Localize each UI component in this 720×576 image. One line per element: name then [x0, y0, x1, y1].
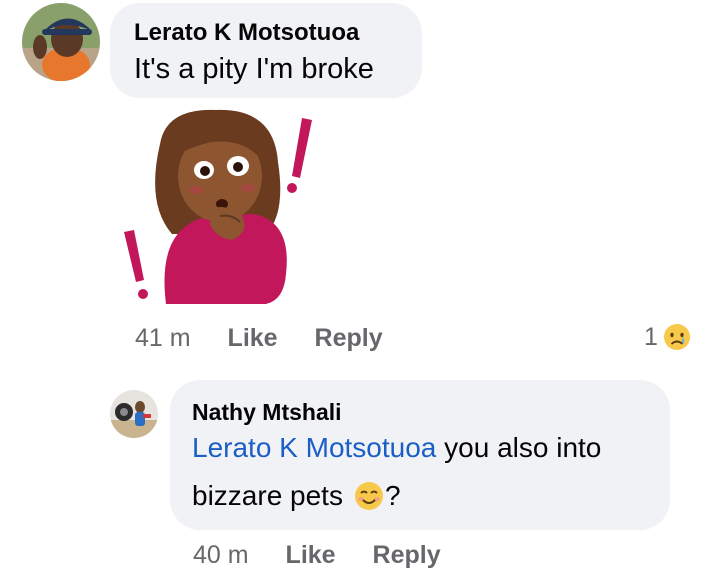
reply-text-rest: you also into — [436, 432, 602, 463]
avatar-photo — [22, 3, 100, 81]
like-button[interactable]: Like — [228, 324, 278, 352]
reply-button[interactable]: Reply — [315, 324, 383, 352]
reply-text-line1: Lerato K Motsotuoa you also into — [192, 432, 601, 464]
crying-face-icon — [663, 324, 690, 350]
reply-actions: 40 m Like Reply — [193, 541, 441, 570]
reply-text-end: ? — [384, 480, 401, 511]
like-button[interactable]: Like — [286, 541, 336, 569]
surprised-woman-sticker — [124, 109, 312, 304]
exclamation-mark-icon — [124, 230, 148, 299]
reply-author-name[interactable]: Nathy Mtshali — [192, 399, 342, 426]
mention-link[interactable]: Lerato K Motsotuoa — [192, 432, 436, 463]
reply-timestamp[interactable]: 40 m — [193, 541, 249, 569]
comment-timestamp[interactable]: 41 m — [135, 324, 191, 352]
comment-actions: 41 m Like Reply — [135, 324, 383, 353]
reply-text-word: bizzare pets — [192, 480, 343, 511]
reply-button[interactable]: Reply — [373, 541, 441, 569]
comment-text: It's a pity I'm broke — [134, 53, 374, 85]
comment-author-name[interactable]: Lerato K Motsotuoa — [134, 19, 359, 47]
reply-bubble: Nathy Mtshali Lerato K Motsotuoa you als… — [170, 380, 670, 530]
reply-text-line2: bizzare pets ? — [192, 480, 401, 512]
smiling-face-icon — [354, 482, 383, 510]
reaction-summary[interactable]: 1 — [644, 322, 692, 352]
replier-avatar[interactable] — [110, 390, 158, 438]
comment-bubble: Lerato K Motsotuoa It's a pity I'm broke — [110, 3, 422, 98]
reaction-count: 1 — [644, 322, 658, 351]
commenter-avatar[interactable] — [22, 3, 100, 81]
exclamation-mark-icon — [287, 118, 312, 193]
avatar-photo — [110, 390, 158, 438]
